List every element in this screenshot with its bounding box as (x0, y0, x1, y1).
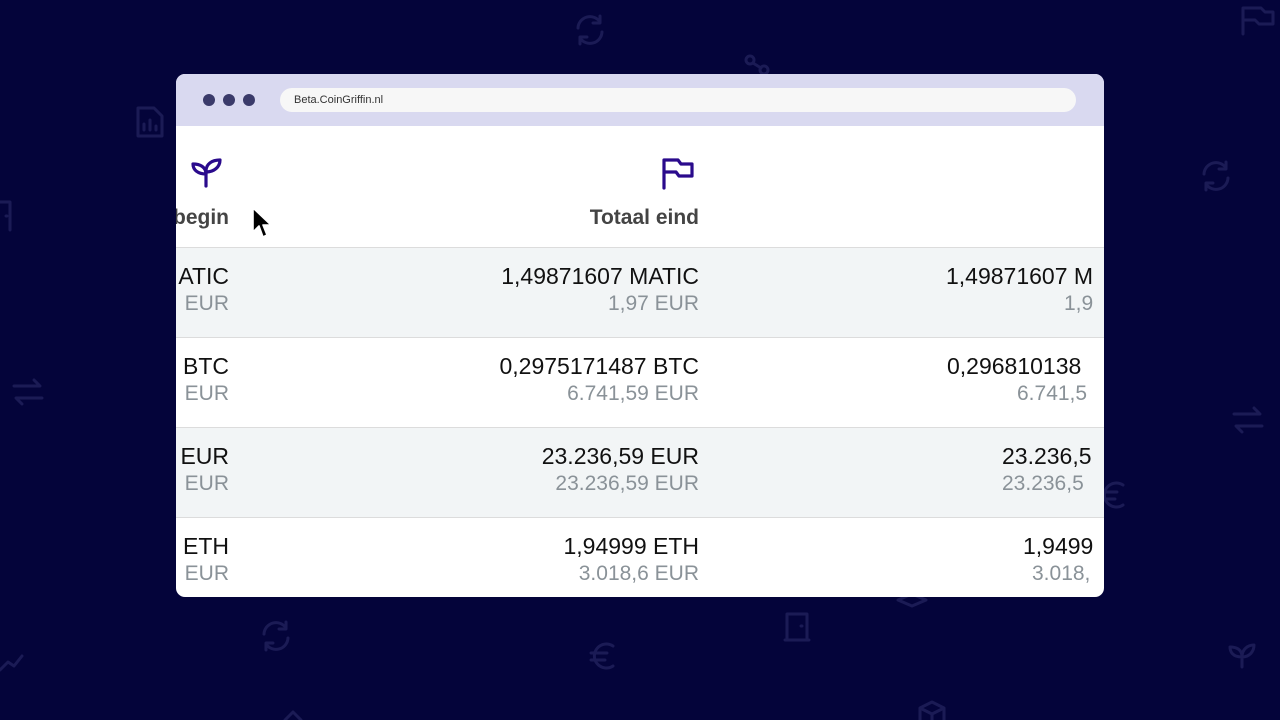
document-chart-icon (136, 106, 164, 138)
chart-icon (0, 654, 24, 672)
begin-eur: EUR (184, 292, 229, 315)
next-cell: 23.236,5 23.236,5 (1002, 442, 1092, 498)
column-header-end[interactable]: Totaal eind (590, 206, 699, 230)
share-icon (744, 54, 770, 76)
transactions-table: begin Totaal eind ATIC EUR 1,49871607 MA… (176, 126, 1104, 597)
table-row: ETH EUR 1,94999 ETH 3.018,6 EUR 1,9499 3… (176, 518, 1104, 597)
end-amount: 23.236,59 EUR (541, 443, 699, 469)
end-cell: 1,94999 ETH 3.018,6 EUR (563, 532, 699, 588)
next-amount: 1,9499 (1023, 533, 1094, 559)
refresh-icon (576, 14, 604, 46)
euro-icon (1099, 481, 1125, 509)
flag-icon (1241, 6, 1275, 36)
next-amount: 0,296810138 (947, 353, 1082, 379)
end-cell: 0,2975171487 BTC 6.741,59 EUR (500, 352, 700, 408)
refresh-icon (1202, 160, 1230, 192)
next-eur: 6.741,5 (1017, 382, 1088, 405)
begin-eur: EUR (184, 472, 229, 495)
end-eur: 1,97 EUR (607, 292, 699, 315)
end-cell: 23.236,59 EUR 23.236,59 EUR (542, 442, 699, 498)
window-dot-maximize[interactable] (243, 94, 255, 106)
begin-amount: ETH (183, 533, 229, 559)
begin-cell: BTC EUR (183, 352, 229, 408)
end-amount: 0,2975171487 BTC (499, 353, 700, 379)
column-header-begin[interactable]: begin (176, 206, 229, 230)
browser-toolbar: Beta.CoinGriffin.nl (176, 74, 1104, 126)
end-eur: 6.741,59 EUR (567, 382, 699, 405)
refresh-icon (262, 620, 290, 652)
begin-cell: ETH EUR (183, 532, 229, 588)
begin-cell: ATIC EUR (178, 262, 229, 318)
table-row: ATIC EUR 1,49871607 MATIC 1,97 EUR 1,498… (176, 248, 1104, 338)
begin-amount: EUR (180, 443, 229, 469)
window-dot-minimize[interactable] (223, 94, 235, 106)
end-eur: 23.236,59 EUR (555, 472, 699, 495)
next-eur: 1,9 (1064, 292, 1094, 315)
mouse-cursor-icon (252, 207, 272, 238)
table-row: EUR EUR 23.236,59 EUR 23.236,59 EUR 23.2… (176, 428, 1104, 518)
table-row: BTC EUR 0,2975171487 BTC 6.741,59 EUR 0,… (176, 338, 1104, 428)
next-amount: 1,49871607 M (946, 263, 1094, 289)
next-eur: 23.236,5 (1002, 472, 1084, 495)
end-amount: 1,94999 ETH (563, 533, 699, 559)
door-icon (783, 612, 811, 642)
next-eur: 3.018, (1032, 562, 1091, 585)
next-cell: 1,9499 3.018, (1023, 532, 1093, 588)
begin-amount: ATIC (178, 263, 229, 289)
end-amount: 1,49871607 MATIC (501, 263, 699, 289)
begin-eur: EUR (184, 382, 229, 405)
begin-eur: EUR (184, 562, 229, 585)
next-amount: 23.236,5 (1002, 443, 1092, 469)
sprout-icon (1228, 643, 1256, 669)
address-bar[interactable]: Beta.CoinGriffin.nl (280, 88, 1076, 112)
sprout-icon (191, 158, 222, 188)
transfer-icon (1232, 406, 1264, 434)
transfer-icon (12, 378, 44, 406)
end-eur: 3.018,6 EUR (578, 562, 699, 585)
window-dot-close[interactable] (203, 94, 215, 106)
browser-window: Beta.CoinGriffin.nl begin Totaal eind AT… (176, 74, 1104, 597)
door-icon (0, 200, 12, 232)
next-cell: 1,49871607 M 1,9 (946, 262, 1093, 318)
end-cell: 1,49871607 MATIC 1,97 EUR (501, 262, 699, 318)
box-icon (918, 700, 946, 720)
begin-cell: EUR EUR (180, 442, 229, 498)
euro-icon (589, 642, 615, 670)
arrow-up-icon (283, 710, 303, 720)
flag-icon (662, 158, 694, 190)
begin-amount: BTC (183, 353, 229, 379)
next-cell: 0,296810138 6.741,5 (947, 352, 1087, 408)
